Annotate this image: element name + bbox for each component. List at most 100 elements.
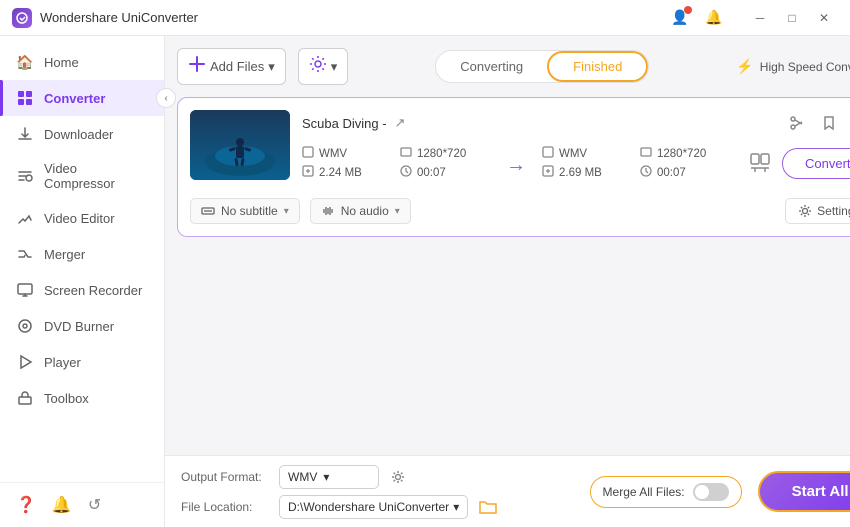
bottom-bar: Output Format: WMV ▾ File Location: [165, 455, 850, 527]
converter-icon [16, 89, 34, 107]
output-format-select[interactable]: WMV ▾ [279, 465, 379, 489]
subtitle-select[interactable]: No subtitle ▾ [190, 198, 300, 224]
subtitle-label: No subtitle [221, 204, 278, 218]
window-controls: ─ □ ✕ [746, 6, 838, 30]
target-resolution: 1280*720 [657, 148, 706, 160]
audio-label: No audio [341, 204, 389, 218]
sidebar-item-video-editor[interactable]: Video Editor [0, 200, 164, 236]
sidebar-item-downloader[interactable]: Downloader [0, 116, 164, 152]
target-format: WMV [559, 148, 587, 160]
res-icon-src [400, 146, 412, 161]
external-link-icon[interactable]: ↗ [395, 115, 406, 131]
sidebar-item-home[interactable]: 🏠 Home [0, 44, 164, 80]
refresh-icon[interactable]: ↺ [88, 495, 101, 515]
settings-button[interactable]: ▾ [298, 48, 349, 85]
add-files-icon [188, 55, 206, 78]
sidebar-item-converter[interactable]: Converter ‹ [0, 80, 164, 116]
screen-recorder-icon [16, 281, 34, 299]
source-duration: 00:07 [417, 167, 446, 179]
bottom-form: Output Format: WMV ▾ File Location: [181, 465, 574, 519]
merge-all-files-toggle[interactable]: Merge All Files: [590, 476, 742, 508]
sidebar-item-label: Video Editor [44, 211, 115, 226]
format-icon-tgt [542, 146, 554, 161]
video-info: Scuba Diving - ↗ [302, 110, 850, 180]
dur-icon-tgt [640, 165, 652, 180]
sidebar-item-screen-recorder[interactable]: Screen Recorder [0, 272, 164, 308]
target-duration: 00:07 [657, 167, 686, 179]
source-meta-2: 1280*720 00:07 [400, 146, 490, 180]
file-location-row: File Location: D:\Wondershare UniConvert… [181, 495, 574, 519]
output-format-value: WMV [288, 470, 317, 484]
sidebar-item-toolbox[interactable]: Toolbox [0, 380, 164, 416]
tab-converting[interactable]: Converting [436, 51, 547, 82]
convert-arrow-icon: → [506, 154, 526, 177]
output-format-row: Output Format: WMV ▾ [181, 465, 574, 489]
content-area: Add Files ▾ ▾ Converting Finished [165, 36, 850, 527]
sidebar-item-label: Video Compressor [44, 161, 148, 191]
format-dropdown-icon: ▾ [323, 470, 329, 484]
bell-icon[interactable]: 🔔 [702, 6, 726, 30]
location-dropdown-icon: ▾ [453, 500, 459, 514]
close-button[interactable]: ✕ [810, 6, 838, 30]
settings-dropdown-icon: ▾ [331, 59, 338, 75]
toggle-knob [695, 485, 709, 499]
sidebar-item-label: Toolbox [44, 391, 89, 406]
downloader-icon [16, 125, 34, 143]
card-toolbar: Scuba Diving - ↗ [302, 115, 405, 131]
audio-dropdown-icon: ▾ [395, 206, 400, 217]
title-bar: Wondershare UniConverter 👤 🔔 ─ □ ✕ [0, 0, 850, 36]
sidebar-collapse-button[interactable]: ‹ [156, 88, 176, 108]
merge-toggle-switch[interactable] [693, 483, 729, 501]
convert-button[interactable]: Convert [782, 148, 850, 179]
video-card: Scuba Diving - ↗ [177, 97, 850, 237]
bookmark-icon[interactable] [816, 110, 842, 136]
minimize-button[interactable]: ─ [746, 6, 774, 30]
video-thumbnail [190, 110, 290, 180]
open-folder-button[interactable] [476, 495, 500, 519]
sidebar-item-player[interactable]: Player [0, 344, 164, 380]
merger-icon [16, 245, 34, 263]
sidebar-item-video-compressor[interactable]: Video Compressor [0, 152, 164, 200]
notification-icon[interactable]: 🔔 [52, 495, 72, 515]
settings-button-card[interactable]: Settings [785, 198, 850, 224]
top-toolbar: Add Files ▾ ▾ Converting Finished [177, 48, 850, 85]
tab-group: Converting Finished [435, 50, 649, 83]
app-title: Wondershare UniConverter [40, 10, 198, 25]
video-title: Scuba Diving - [302, 116, 387, 131]
toolbox-icon [16, 389, 34, 407]
editor-icon [16, 209, 34, 227]
cut-icon[interactable] [784, 110, 810, 136]
sidebar-item-label: Downloader [44, 127, 113, 142]
sidebar-item-merger[interactable]: Merger [0, 236, 164, 272]
card-actions: Convert [746, 148, 850, 179]
player-icon [16, 353, 34, 371]
speed-info: ⚡ High Speed Conversion [736, 58, 850, 75]
res-icon-tgt [640, 146, 652, 161]
source-resolution: 1280*720 [417, 148, 466, 160]
dvd-icon [16, 317, 34, 335]
sidebar-item-label: Home [44, 55, 79, 70]
output-format-label: Output Format: [181, 470, 271, 484]
target-meta: WMV 2.69 MB [542, 146, 632, 180]
size-icon-tgt [542, 165, 554, 180]
lightning-icon: ⚡ [736, 58, 753, 75]
sidebar-item-dvd-burner[interactable]: DVD Burner [0, 308, 164, 344]
format-icon-src [302, 146, 314, 161]
audio-select[interactable]: No audio ▾ [310, 198, 411, 224]
compressor-icon [16, 167, 34, 185]
help-icon[interactable]: ❓ [16, 495, 36, 515]
card-bottom-row: No subtitle ▾ No audio ▾ Settings [190, 190, 850, 224]
size-icon-src [302, 165, 314, 180]
maximize-button[interactable]: □ [778, 6, 806, 30]
start-all-button[interactable]: Start All [758, 471, 850, 512]
speed-label: High Speed Conversion [760, 60, 850, 74]
tab-finished[interactable]: Finished [547, 51, 648, 82]
format-settings-icon[interactable] [387, 466, 409, 488]
dur-icon-src [400, 165, 412, 180]
subtitle-dropdown-icon: ▾ [284, 206, 289, 217]
file-settings-icon[interactable] [746, 149, 774, 177]
user-icon[interactable]: 👤 [668, 6, 692, 30]
add-files-button[interactable]: Add Files ▾ [177, 48, 286, 85]
file-location-select[interactable]: D:\Wondershare UniConverter ▾ [279, 495, 468, 519]
sidebar-item-label: Converter [44, 91, 105, 106]
